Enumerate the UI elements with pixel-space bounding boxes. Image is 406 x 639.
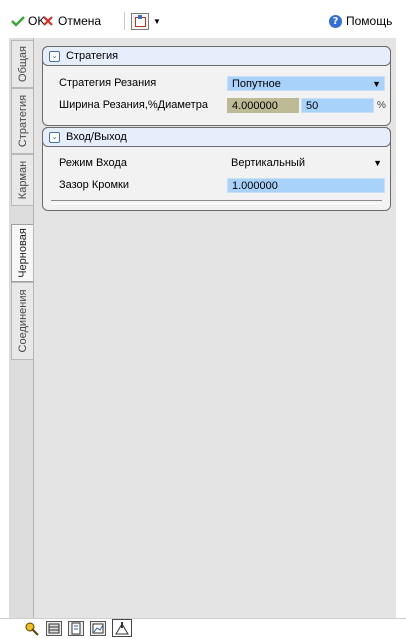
tab-label: Общая <box>16 46 29 82</box>
ok-button[interactable]: OK <box>11 13 45 29</box>
tab-roughing[interactable]: Черновая <box>11 224 33 282</box>
help-button[interactable]: ? Помощь <box>329 13 392 29</box>
chevron-down-icon[interactable]: ▼ <box>372 77 381 91</box>
vertical-tab-strip: Общая Стратегия Карман Черновая Соединен… <box>9 38 34 618</box>
cut-width-percent-value: 50 <box>306 100 319 112</box>
tool-icon[interactable] <box>24 621 40 636</box>
tab-strategy[interactable]: Стратегия <box>11 88 33 154</box>
chart-icon[interactable] <box>90 621 106 636</box>
tab-label: Стратегия <box>16 94 29 148</box>
roughing-icon[interactable] <box>112 619 132 637</box>
template-menu-button[interactable]: ▼ <box>131 12 161 30</box>
cut-width-percent-input[interactable]: 50 <box>301 98 374 113</box>
entry-mode-select[interactable]: Вертикальный ▼ <box>227 156 385 171</box>
group-title: Вход/Выход <box>66 131 127 143</box>
cancel-button[interactable]: Отмена <box>42 13 101 29</box>
entry-mode-label: Режим Входа <box>59 157 127 169</box>
tab-connections[interactable]: Соединения <box>11 282 33 360</box>
bottom-toolbar <box>0 618 406 639</box>
toolbar: OK Отмена ▼ ? Помощь <box>0 0 406 38</box>
tab-pocket[interactable]: Карман <box>11 154 33 206</box>
edge-clearance-input[interactable]: 1.000000 <box>227 178 385 193</box>
cut-width-value: 4.000000 <box>232 100 278 112</box>
table-icon[interactable] <box>46 621 62 636</box>
tab-general[interactable]: Общая <box>11 40 33 88</box>
document-icon[interactable] <box>68 621 84 636</box>
tab-label: Черновая <box>16 228 29 278</box>
edge-clearance-value: 1.000000 <box>232 180 278 192</box>
template-icon <box>131 12 149 30</box>
group-title: Стратегия <box>66 50 119 62</box>
edge-clearance-label: Зазор Кромки <box>59 179 130 191</box>
close-icon <box>42 15 54 27</box>
tab-label: Карман <box>16 160 29 200</box>
strategy-group: ⌄ Стратегия Стратегия Резания Попутное ▼… <box>42 46 391 126</box>
entry-exit-group: ⌄ Вход/Выход Режим Входа Вертикальный ▼ … <box>42 127 391 211</box>
divider <box>51 200 382 204</box>
cutting-strategy-value: Попутное <box>232 78 281 90</box>
chevron-down-icon[interactable]: ▼ <box>373 156 382 170</box>
cutting-strategy-label: Стратегия Резания <box>59 77 157 89</box>
strategy-group-header[interactable]: ⌄ Стратегия <box>42 46 391 66</box>
properties-panel: ⌄ Стратегия Стратегия Резания Попутное ▼… <box>34 38 396 618</box>
cancel-label: Отмена <box>58 14 102 28</box>
check-icon <box>11 15 25 27</box>
cutting-strategy-select[interactable]: Попутное ▼ <box>227 76 385 91</box>
collapse-icon[interactable]: ⌄ <box>49 50 60 62</box>
toolbar-separator <box>124 12 125 30</box>
entry-exit-group-header[interactable]: ⌄ Вход/Выход <box>42 127 391 147</box>
help-label: Помощь <box>346 14 393 28</box>
collapse-icon[interactable]: ⌄ <box>49 131 60 143</box>
help-icon: ? <box>329 14 342 28</box>
entry-mode-value: Вертикальный <box>231 157 305 169</box>
tab-label: Соединения <box>16 289 29 353</box>
percent-unit: % <box>377 100 386 111</box>
cut-width-label: Ширина Резания,%Диаметра <box>59 99 208 111</box>
chevron-down-icon: ▼ <box>153 16 161 26</box>
cut-width-input[interactable]: 4.000000 <box>227 98 299 113</box>
